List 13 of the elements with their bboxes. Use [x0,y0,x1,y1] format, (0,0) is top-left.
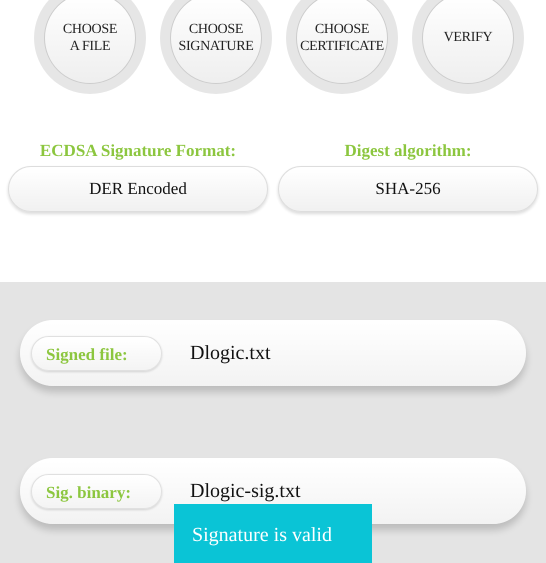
field-label: Sig. binary: [31,474,162,508]
option-label: ECDSA Signature Format: [40,140,236,162]
option-dropdown[interactable]: DER Encoded [8,166,268,212]
action-button[interactable]: VERIFY [422,0,514,84]
action-button[interactable]: CHOOSE A FILE [44,0,136,84]
file-name: Dlogic.txt [190,341,271,366]
file-name: Dlogic-sig.txt [190,479,301,504]
action-button[interactable]: CHOOSE CERTIFICATE [296,0,388,84]
status-toast: Signature is valid [174,504,372,563]
option-dropdown[interactable]: SHA-256 [278,166,538,212]
field-label: Signed file: [31,336,162,370]
option-label: Digest algorithm: [344,140,472,162]
action-button[interactable]: CHOOSE SIGNATURE [170,0,262,84]
